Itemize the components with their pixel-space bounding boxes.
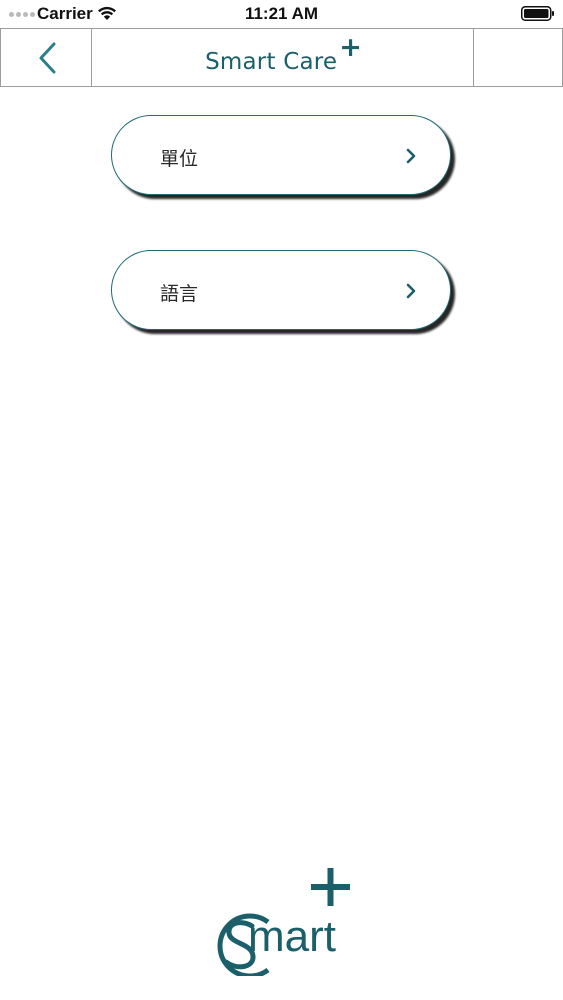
back-button[interactable] [0, 29, 92, 86]
chevron-left-icon [39, 42, 56, 74]
language-button[interactable]: 語言 [111, 250, 451, 330]
chevron-right-icon [406, 148, 416, 164]
logo-text: mart [248, 912, 336, 961]
status-bar: Carrier 11:21 AM [0, 0, 563, 28]
battery-icon [521, 6, 554, 21]
units-label: 單位 [160, 148, 199, 170]
page-title-text: Smart Care [205, 49, 338, 75]
units-button[interactable]: 單位 [111, 115, 451, 195]
language-label: 語言 [160, 283, 199, 305]
clock: 11:21 AM [244, 4, 319, 23]
chevron-right-icon [406, 283, 416, 299]
nav-bar: Smart Care+ [0, 28, 563, 87]
page-title: Smart Care+ [92, 29, 473, 86]
nav-right-slot [473, 29, 563, 86]
page-title-plus: + [339, 32, 362, 63]
smart-plus-logo: mart [208, 860, 358, 979]
